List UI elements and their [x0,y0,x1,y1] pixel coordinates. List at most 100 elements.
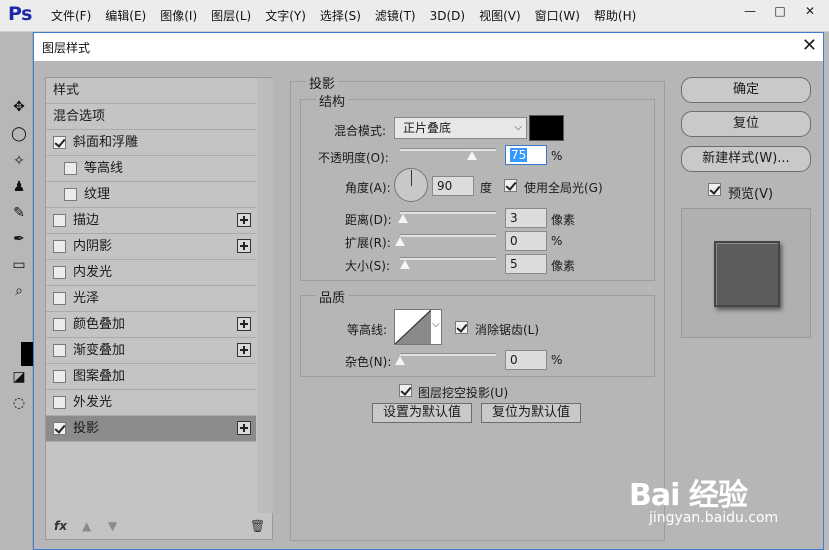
opacity-slider-thumb[interactable] [467,151,477,160]
distance-slider-thumb[interactable] [397,214,408,223]
style-item-checkbox[interactable] [53,292,66,305]
move-down-icon[interactable]: ▼ [108,519,117,533]
stamp-tool-icon[interactable]: ♟ [10,178,28,196]
shadow-color-swatch[interactable] [529,115,564,141]
chevron-down-icon: ⌵ [432,319,440,330]
add-effect-icon[interactable] [237,213,251,227]
size-label: 大小(S): [345,259,391,273]
menu-window[interactable]: 窗口(W) [528,0,587,32]
style-item-checkbox[interactable] [53,370,66,383]
add-effect-icon[interactable] [237,343,251,357]
add-effect-icon[interactable] [237,421,251,435]
reset-button[interactable]: 复位 [681,111,811,137]
style-item-checkbox[interactable] [53,266,66,279]
blend-mode-label: 混合模式: [334,124,387,138]
dialog-close-button[interactable]: ✕ [802,36,817,56]
style-item[interactable]: 光泽 [46,286,256,312]
new-style-button[interactable]: 新建样式(W)... [681,146,811,172]
spread-field[interactable]: 0 [505,231,547,251]
distance-slider-track[interactable] [400,211,496,214]
antialias-checkbox[interactable] [455,321,468,334]
style-item-checkbox[interactable] [53,396,66,409]
zoom-tool-icon[interactable]: ⌕ [10,282,28,300]
size-field[interactable]: 5 [505,254,547,274]
knockout-checkbox[interactable] [399,384,412,397]
style-item[interactable]: 斜面和浮雕 [46,130,256,156]
menu-layer[interactable]: 图层(L) [204,0,258,32]
opacity-slider-track[interactable] [400,148,496,151]
move-up-icon[interactable]: ▲ [82,519,91,533]
style-item[interactable]: 图案叠加 [46,364,256,390]
style-item-checkbox[interactable] [64,188,77,201]
menu-view[interactable]: 视图(V) [472,0,528,32]
style-item-checkbox[interactable] [53,422,66,435]
style-item[interactable]: 等高线 [46,156,256,182]
rectangle-tool-icon[interactable]: ▭ [10,256,28,274]
magic-wand-tool-icon[interactable]: ✧ [10,152,28,170]
style-list-scrollbar[interactable] [257,78,273,513]
menu-help[interactable]: 帮助(H) [587,0,643,32]
maximize-button[interactable]: □ [765,0,795,22]
noise-slider-thumb[interactable] [395,356,405,365]
menu-image[interactable]: 图像(I) [153,0,204,32]
menu-3d[interactable]: 3D(D) [423,0,472,32]
menu-filter[interactable]: 滤镜(T) [368,0,423,32]
style-item[interactable]: 投影 [46,416,256,442]
style-item-label: 光泽 [73,291,100,306]
size-slider-track[interactable] [400,257,496,260]
dialog-titlebar: 图层样式 ✕ [34,33,823,61]
style-item-checkbox[interactable] [53,136,66,149]
add-effect-icon[interactable] [237,239,251,253]
ok-button[interactable]: 确定 [681,77,811,103]
angle-field[interactable]: 90 [432,176,474,196]
set-default-button[interactable]: 设置为默认值 [372,403,472,423]
pen-tool-icon[interactable]: ✒ [10,230,28,248]
style-item-checkbox[interactable] [53,344,66,357]
style-item-checkbox[interactable] [53,214,66,227]
foreground-color-swatch[interactable] [21,342,33,366]
menu-file[interactable]: 文件(F) [44,0,98,32]
add-effect-icon[interactable] [237,317,251,331]
blending-options-item[interactable]: 混合选项 [46,104,256,130]
style-item[interactable]: 纹理 [46,182,256,208]
distance-field[interactable]: 3 [505,208,547,228]
menu-edit[interactable]: 编辑(E) [98,0,153,32]
close-app-button[interactable]: ✕ [795,0,825,22]
move-tool-icon[interactable]: ✥ [10,98,28,116]
reset-default-button[interactable]: 复位为默认值 [481,403,581,423]
angle-dial[interactable] [394,168,428,202]
noise-slider-track[interactable] [400,353,496,356]
spread-label: 扩展(R): [345,236,391,250]
spread-slider-track[interactable] [400,234,496,237]
noise-field[interactable]: 0 [505,350,547,370]
style-preview [681,208,811,338]
menu-type[interactable]: 文字(Y) [258,0,313,32]
swap-colors-icon[interactable]: ◪ [10,368,28,386]
styles-header[interactable]: 样式 [46,78,256,104]
minimize-button[interactable]: — [735,0,765,22]
contour-picker[interactable]: ⌵ [394,309,442,345]
style-item[interactable]: 颜色叠加 [46,312,256,338]
style-item-checkbox[interactable] [53,318,66,331]
style-item[interactable]: 内发光 [46,260,256,286]
style-item[interactable]: 外发光 [46,390,256,416]
global-light-checkbox[interactable] [504,179,517,192]
brush-tool-icon[interactable]: ✎ [10,204,28,222]
style-item[interactable]: 内阴影 [46,234,256,260]
menu-select[interactable]: 选择(S) [313,0,368,32]
size-slider-thumb[interactable] [399,260,410,269]
blend-mode-dropdown[interactable]: 正片叠底 ⌵ [394,117,527,139]
style-item-checkbox[interactable] [53,240,66,253]
style-item-label: 内发光 [73,265,113,280]
style-item[interactable]: 渐变叠加 [46,338,256,364]
trash-icon[interactable]: 🗑 [250,519,265,533]
style-item-label: 等高线 [84,161,124,176]
preview-checkbox[interactable] [708,183,721,196]
opacity-field[interactable]: 75 [505,145,547,165]
fx-icon[interactable]: fx [54,519,67,533]
quick-mask-icon[interactable]: ◌ [10,394,28,412]
spread-slider-thumb[interactable] [395,237,405,246]
style-item[interactable]: 描边 [46,208,256,234]
lasso-tool-icon[interactable]: ◯ [10,125,28,143]
style-item-checkbox[interactable] [64,162,77,175]
